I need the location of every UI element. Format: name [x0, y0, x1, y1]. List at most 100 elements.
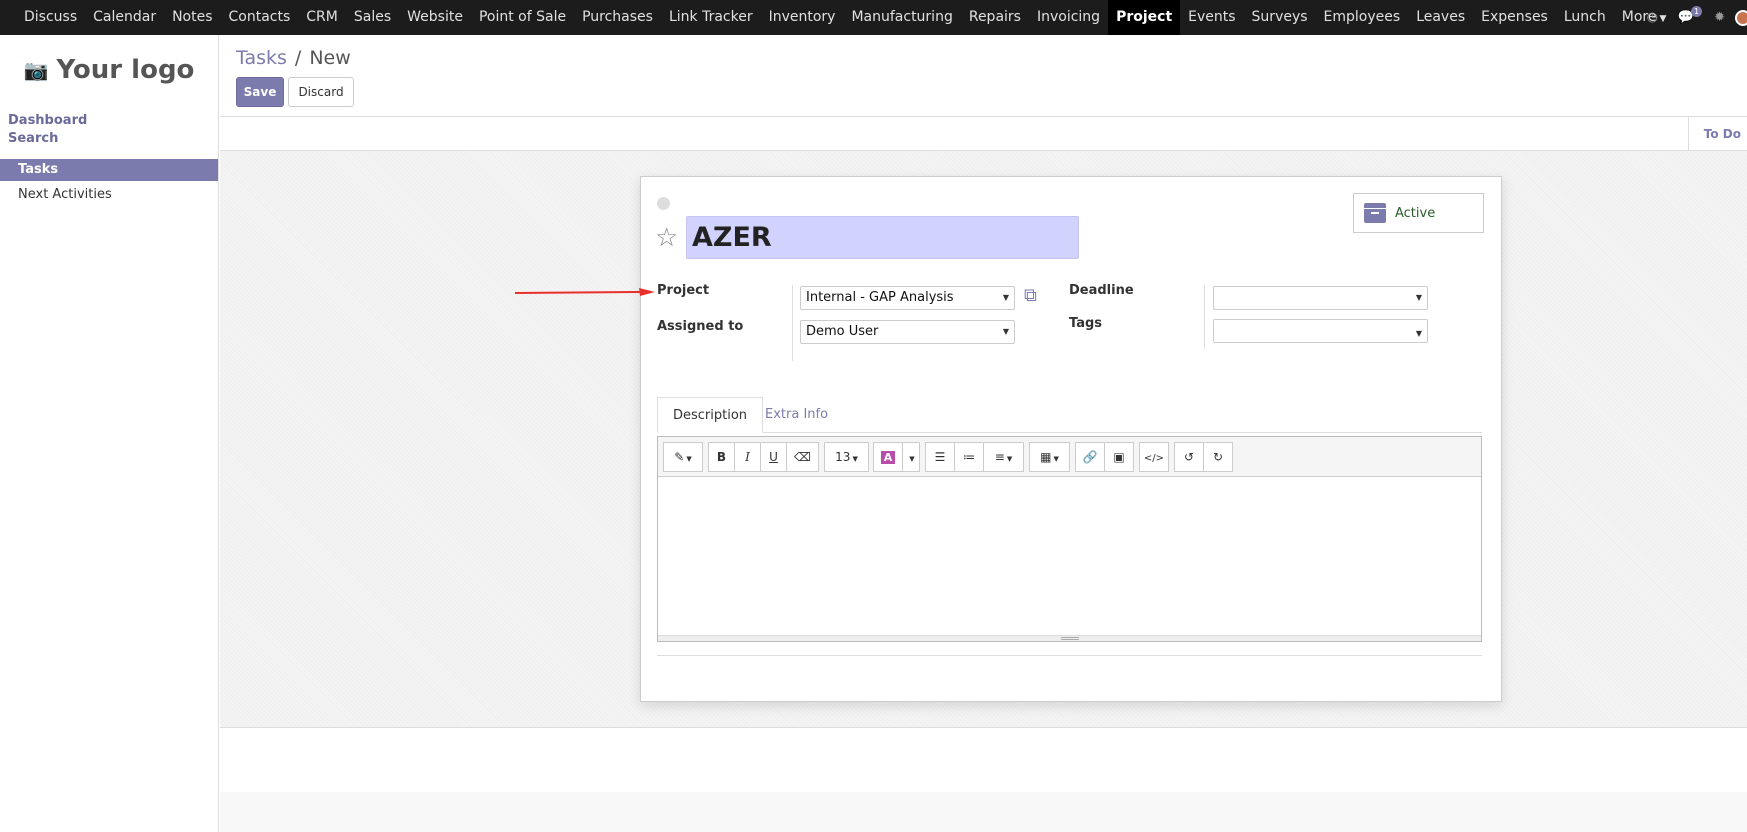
underline-button[interactable]: U [760, 442, 787, 472]
editor-content[interactable] [658, 478, 1481, 635]
image-icon: ▣ [1113, 450, 1125, 464]
status-bar: To Do [220, 117, 1747, 151]
italic-icon: I [745, 450, 750, 464]
nav-crm[interactable]: CRM [298, 0, 346, 35]
nav-contacts[interactable]: Contacts [221, 0, 299, 35]
sidebar-section-search[interactable]: Search [0, 130, 218, 148]
caret-down-icon: ▼ [1006, 455, 1013, 463]
nav-inventory[interactable]: Inventory [761, 0, 844, 35]
color-dropdown-button[interactable]: ▼ [902, 442, 920, 472]
tab-extra-info[interactable]: Extra Info [750, 397, 843, 433]
link-icon: 🔗 [1082, 450, 1098, 464]
nav-employees[interactable]: Employees [1316, 0, 1409, 35]
redo-button[interactable]: ↻ [1203, 442, 1233, 472]
editor-resize-handle[interactable] [658, 635, 1481, 641]
italic-button[interactable]: I [734, 442, 761, 472]
discard-button[interactable]: Discard [288, 77, 354, 107]
undo-button[interactable]: ↺ [1174, 442, 1204, 472]
project-select[interactable]: Internal - GAP Analysis ▼ [800, 286, 1015, 310]
deadline-label: Deadline [1069, 283, 1134, 298]
nav-notes[interactable]: Notes [164, 0, 220, 35]
table-icon: ▦ [1040, 450, 1052, 464]
control-panel: Tasks / New Save Discard [220, 35, 1747, 117]
breadcrumb-separator: / [294, 47, 302, 69]
dropdown-caret-icon: ▼ [1415, 293, 1422, 302]
style-button[interactable]: ✎ ▼ [663, 442, 703, 472]
nav-leaves[interactable]: Leaves [1408, 0, 1473, 35]
nav-website[interactable]: Website [399, 0, 471, 35]
nav-discuss[interactable]: Discuss [16, 0, 85, 35]
clock-icon[interactable]: ◷ [1637, 10, 1668, 25]
nav-project[interactable]: Project [1108, 0, 1181, 35]
messages-badge: 1 [1691, 6, 1703, 17]
table-button[interactable]: ▦ ▼ [1029, 442, 1070, 472]
task-title-input[interactable]: AZER [686, 216, 1079, 259]
annotation-arrow [515, 288, 655, 296]
bold-button[interactable]: B [708, 442, 735, 472]
caret-down-icon: ▼ [909, 455, 915, 463]
clear-format-button[interactable]: ⌫ [786, 442, 819, 472]
assigned-to-label: Assigned to [657, 319, 744, 334]
text-color-icon: A [880, 451, 896, 464]
sidebar: 📷 Your logo Dashboard Search Tasks Next … [0, 35, 219, 832]
nav-repairs[interactable]: Repairs [961, 0, 1029, 35]
code-view-button[interactable]: </> [1139, 442, 1169, 472]
tags-label: Tags [1069, 316, 1103, 331]
deadline-input[interactable]: ▼ [1213, 286, 1428, 310]
nav-lunch[interactable]: Lunch [1556, 0, 1614, 35]
sidebar-section-dashboard[interactable]: Dashboard [0, 112, 218, 130]
nav-calendar[interactable]: Calendar [85, 0, 164, 35]
undo-icon: ↺ [1183, 450, 1195, 464]
bug-icon[interactable]: ✹ [1704, 10, 1735, 25]
bold-icon: B [716, 450, 727, 464]
bullet-list-icon: ☰ [934, 450, 946, 464]
link-button[interactable]: 🔗 [1075, 442, 1105, 472]
breadcrumb-current: New [309, 47, 351, 69]
breadcrumb-tasks[interactable]: Tasks [236, 47, 287, 69]
align-left-icon: ≡ [994, 450, 1005, 464]
external-link-icon[interactable]: ⧉ [1024, 285, 1037, 306]
assigned-value: Demo User [806, 324, 879, 339]
form-sheet: ☆ AZER Active Project Assigned to Intern… [640, 176, 1502, 702]
camera-icon: 📷 [23, 58, 49, 82]
nav-manufacturing[interactable]: Manufacturing [843, 0, 960, 35]
nav-invoicing[interactable]: Invoicing [1029, 0, 1108, 35]
image-button[interactable]: ▣ [1104, 442, 1134, 472]
tab-description[interactable]: Description [657, 397, 764, 433]
nav-purchases[interactable]: Purchases [574, 0, 661, 35]
nav-expenses[interactable]: Expenses [1473, 0, 1556, 35]
sidebar-item-tasks[interactable]: Tasks [0, 159, 218, 181]
company-logo[interactable]: 📷 Your logo [0, 41, 218, 99]
messages-icon[interactable]: 💬 1 [1668, 6, 1704, 25]
numbered-list-icon: ≔ [963, 450, 975, 464]
font-size-button[interactable]: 13 ▼ [824, 442, 869, 472]
code-icon: </> [1143, 453, 1165, 464]
align-button[interactable]: ≡ ▼ [983, 442, 1024, 472]
magic-wand-icon: ✎ [674, 450, 685, 464]
assigned-to-select[interactable]: Demo User ▼ [800, 320, 1015, 344]
bullet-list-button[interactable]: ☰ [925, 442, 955, 472]
text-color-button[interactable]: A [873, 442, 903, 472]
editor-toolbar: ✎ ▼ B I U ⌫ 13 ▼ A ▼ ☰ ≔ ≡ ▼ ▦ ▼ 🔗 ▣ </> ↺ ↻ [658, 437, 1481, 477]
eraser-icon: ⌫ [794, 450, 811, 464]
tags-input[interactable]: ▼ [1213, 319, 1428, 343]
nav-link-tracker[interactable]: Link Tracker [661, 0, 761, 35]
sidebar-item-next-activities[interactable]: Next Activities [0, 184, 218, 206]
systray: ◷ 💬 1 ✹ [1637, 0, 1747, 35]
nav-point-of-sale[interactable]: Point of Sale [471, 0, 574, 35]
caret-down-icon: ▼ [852, 455, 858, 463]
nav-surveys[interactable]: Surveys [1244, 0, 1316, 35]
active-label: Active [1395, 205, 1436, 221]
archive-icon [1364, 203, 1386, 223]
user-avatar[interactable] [1735, 9, 1747, 26]
form-background: ☆ AZER Active Project Assigned to Intern… [220, 151, 1747, 728]
numbered-list-button[interactable]: ≔ [954, 442, 984, 472]
active-toggle-button[interactable]: Active [1353, 193, 1484, 233]
redo-icon: ↻ [1212, 450, 1224, 464]
nav-events[interactable]: Events [1180, 0, 1243, 35]
kanban-state-dot[interactable] [657, 197, 670, 210]
save-button[interactable]: Save [236, 77, 284, 107]
nav-sales[interactable]: Sales [346, 0, 399, 35]
star-icon[interactable]: ☆ [655, 223, 678, 253]
stage-todo[interactable]: To Do [1687, 117, 1747, 151]
